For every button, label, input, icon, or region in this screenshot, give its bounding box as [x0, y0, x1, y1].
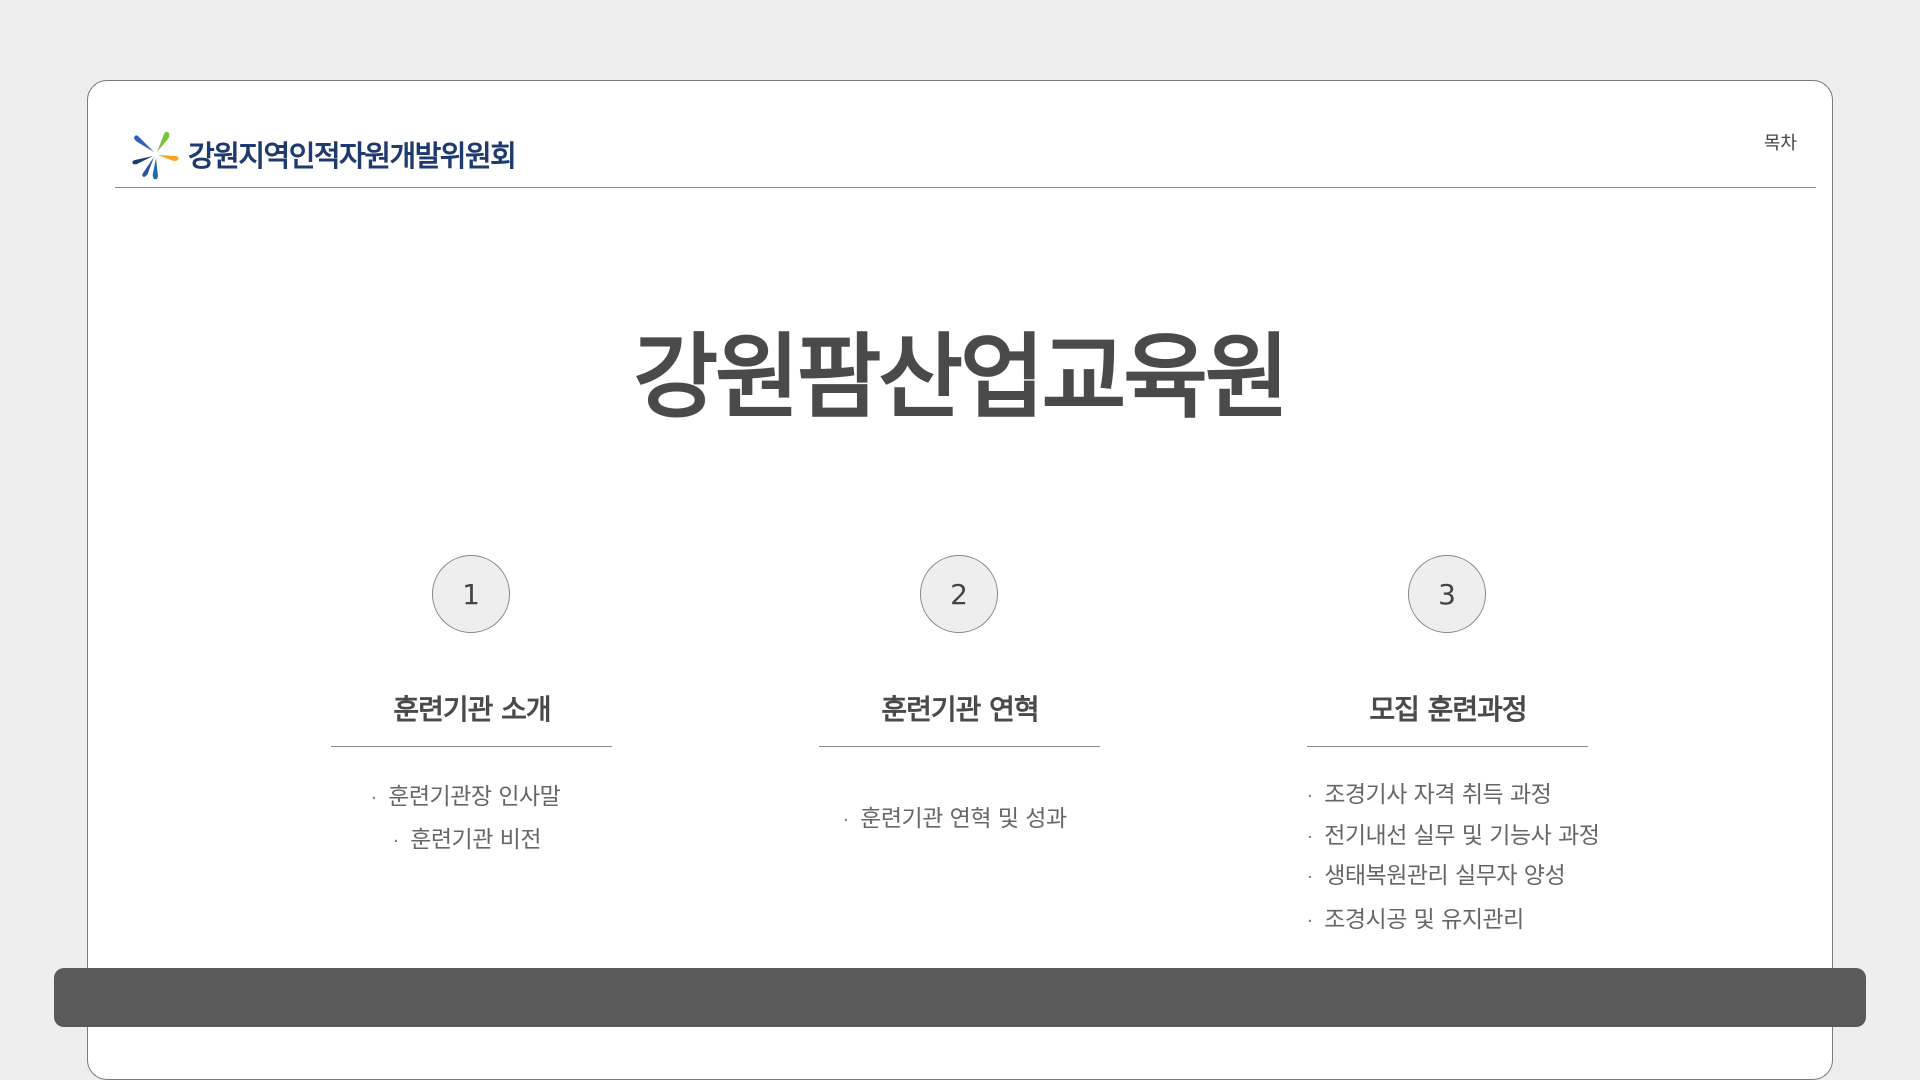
- list-item-label: 훈련기관 연혁 및 성과: [860, 806, 1067, 832]
- list-item-label: 훈련기관장 인사말: [388, 784, 561, 810]
- list-item[interactable]: · 훈련기관 연혁 및 성과: [843, 799, 1067, 833]
- section-divider: [331, 746, 612, 747]
- list-item-label: 훈련기관 비전: [410, 827, 542, 853]
- list-item-label: 생태복원관리 실무자 양성: [1324, 863, 1566, 889]
- footer-bar: [54, 968, 1866, 1027]
- section-title[interactable]: 훈련기관 연혁: [760, 688, 1160, 728]
- bullet-icon: ·: [1307, 827, 1313, 848]
- section-divider: [1307, 746, 1588, 747]
- list-item[interactable]: · 생태복원관리 실무자 양성: [1307, 856, 1566, 890]
- section-number-badge: 3: [1408, 555, 1486, 633]
- section-title[interactable]: 모집 훈련과정: [1248, 688, 1648, 728]
- list-item[interactable]: · 조경기사 자격 취득 과정: [1307, 775, 1552, 809]
- header: 강원지역인적자원개발위원회 목차: [115, 80, 1816, 188]
- page-title: 강원팜산업교육원: [633, 324, 1289, 431]
- list-item[interactable]: · 전기내선 실무 및 기능사 과정: [1307, 816, 1600, 850]
- list-item[interactable]: · 훈련기관장 인사말: [371, 777, 561, 811]
- toc-link[interactable]: 목차: [1764, 129, 1797, 155]
- logo: 강원지역인적자원개발위원회: [130, 126, 517, 182]
- bullet-icon: ·: [1307, 867, 1313, 888]
- list-item-label: 조경시공 및 유지관리: [1324, 907, 1524, 933]
- list-item[interactable]: · 조경시공 및 유지관리: [1307, 900, 1524, 934]
- section-title[interactable]: 훈련기관 소개: [272, 688, 672, 728]
- section-divider: [819, 746, 1100, 747]
- colorful-pinwheel-logo-icon: [132, 131, 179, 180]
- org-name: 강원지역인적자원개발위원회: [188, 139, 517, 173]
- list-item[interactable]: · 훈련기관 비전: [393, 820, 542, 854]
- list-item-label: 전기내선 실무 및 기능사 과정: [1324, 823, 1600, 849]
- list-item-label: 조경기사 자격 취득 과정: [1324, 782, 1552, 808]
- bullet-icon: ·: [843, 810, 849, 831]
- section-number-badge: 1: [432, 555, 510, 633]
- section-number-badge: 2: [920, 555, 998, 633]
- bullet-icon: ·: [393, 831, 399, 852]
- bullet-icon: ·: [1307, 786, 1313, 807]
- bullet-icon: ·: [1307, 911, 1313, 932]
- bullet-icon: ·: [371, 788, 377, 809]
